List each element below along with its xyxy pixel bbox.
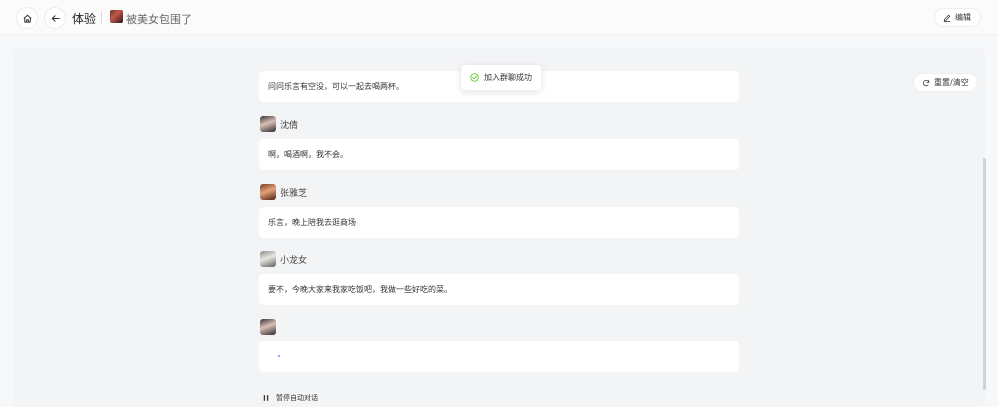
arrow-left-icon [51,14,60,22]
typing-indicator [278,355,280,357]
top-bar: 体验 被美女包围了 编辑 [0,0,998,35]
edit-label: 编辑 [955,13,971,22]
reset-label: 重置/清空 [934,78,969,87]
divider [101,11,102,24]
message-bubble: 要不，今晚大家来我家吃饭吧，我做一些好吃的菜。 [259,274,739,305]
check-circle-icon [470,73,479,82]
home-icon [23,14,31,23]
speaker-name: 沈倩 [280,120,299,131]
avatar[interactable] [260,184,276,200]
speaker-row: 张雅芝 [260,184,307,200]
avatar[interactable] [260,116,276,132]
scrollbar[interactable] [983,158,986,390]
pause-auto-chat-button[interactable]: 暂停自动对话 [262,393,318,403]
page-title: 体验 [72,12,97,26]
avatar[interactable] [260,251,276,267]
speaker-name: 张雅芝 [280,188,308,199]
speaker-row [260,319,280,335]
home-button[interactable] [16,7,38,29]
message-text: 问问乐言有空没，可以一起去喝两杯。 [268,82,404,91]
chat-avatar [110,10,123,23]
edit-button[interactable]: 编辑 [934,8,981,27]
speaker-row: 小龙女 [260,251,307,267]
message-text: 要不，今晚大家来我家吃饭吧，我做一些好吃的菜。 [268,285,452,294]
pencil-icon [943,14,951,22]
reset-button[interactable]: 重置/清空 [913,73,978,92]
speaker-row: 沈倩 [260,116,298,132]
chat-name: 被美女包围了 [126,13,192,26]
toast-notification: 加入群聊成功 [461,65,541,90]
speaker-name: 小龙女 [280,255,308,266]
pause-icon [263,395,269,401]
avatar[interactable] [260,319,276,335]
message-bubble: 啊，喝酒啊，我不会。 [259,139,739,170]
message-bubble: 乐言，晚上陪我去逛商场 [259,207,739,238]
message-text: 乐言，晚上陪我去逛商场 [268,218,356,227]
pause-label: 暂停自动对话 [276,394,318,402]
message-text: 啊，喝酒啊，我不会。 [268,150,348,159]
back-button[interactable] [44,7,66,29]
refresh-icon [922,79,930,86]
toast-message: 加入群聊成功 [484,73,532,82]
message-bubble [259,341,739,372]
